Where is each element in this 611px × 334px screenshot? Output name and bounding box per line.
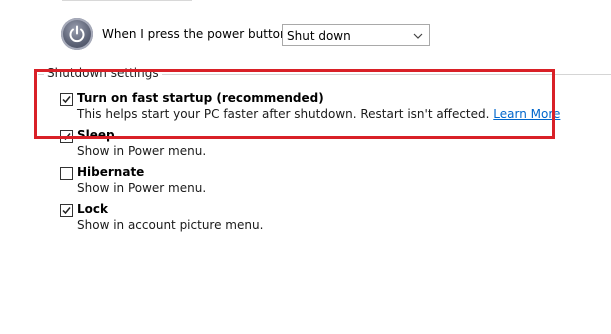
lock-label[interactable]: Lock [77, 202, 108, 216]
hibernate-label[interactable]: Hibernate [77, 165, 144, 179]
power-icon [61, 18, 93, 50]
sleep-description: Show in Power menu. [77, 144, 207, 158]
hibernate-checkbox[interactable] [60, 167, 73, 180]
checkmark-icon [62, 96, 71, 104]
lock-description: Show in account picture menu. [77, 218, 264, 232]
checkmark-icon [62, 133, 71, 141]
lock-checkbox[interactable] [60, 204, 73, 217]
fast-startup-label[interactable]: Turn on fast startup (recommended) [77, 91, 324, 105]
power-button-action-dropdown[interactable]: Shut down [282, 24, 430, 46]
top-divider [62, 0, 192, 3]
dropdown-selected-value: Shut down [287, 29, 351, 43]
hibernate-description: Show in Power menu. [77, 181, 207, 195]
power-options-panel: When I press the power button: Shut down… [0, 0, 611, 334]
checkmark-icon [62, 207, 71, 215]
sleep-label[interactable]: Sleep [77, 128, 115, 142]
fast-startup-description: This helps start your PC faster after sh… [77, 107, 560, 121]
learn-more-link[interactable]: Learn More [493, 107, 560, 121]
shutdown-settings-title: Shutdown settings [44, 66, 162, 80]
sleep-checkbox[interactable] [60, 130, 73, 143]
fast-startup-checkbox[interactable] [60, 93, 73, 106]
power-button-label: When I press the power button: [102, 27, 292, 41]
chevron-down-icon [413, 30, 423, 44]
fast-startup-description-text: This helps start your PC faster after sh… [77, 107, 490, 121]
